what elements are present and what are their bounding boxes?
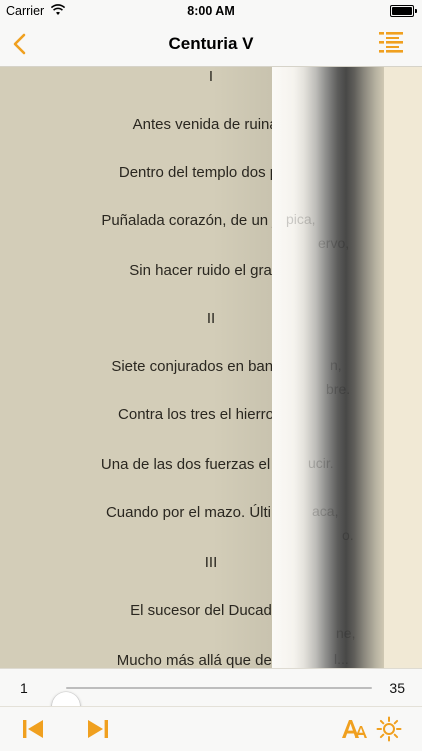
next-page xyxy=(384,67,422,668)
curl-fragment: bre. xyxy=(326,381,351,397)
curl-fragment: o. xyxy=(342,527,354,543)
page-curl[interactable]: pica, ervo, n, bre. ucir. aca, o. ne, l... xyxy=(272,67,384,668)
bottom-toolbar xyxy=(0,706,422,751)
fold-shadow xyxy=(212,67,272,668)
curl-fragment: l... xyxy=(334,651,349,667)
slider-min-label: 1 xyxy=(20,680,28,696)
reading-page[interactable]: IAntes venida de ruina cDentro del templ… xyxy=(0,67,272,668)
curl-fragment: ne, xyxy=(336,625,356,641)
clock: 8:00 AM xyxy=(187,4,235,18)
page-slider-bar: 1 35 xyxy=(0,668,422,720)
curl-fragment: pica, xyxy=(286,211,316,227)
status-bar: Carrier 8:00 AM xyxy=(0,0,422,22)
page-title: Centuria V xyxy=(168,34,254,53)
curl-fragment: n, xyxy=(330,357,342,373)
navigation-bar: Centuria V xyxy=(0,22,422,67)
curl-fragment: aca, xyxy=(312,503,339,519)
curl-fragment: ucir. xyxy=(308,455,334,471)
page-slider-track[interactable] xyxy=(52,687,372,720)
skip-back-icon[interactable] xyxy=(20,716,46,742)
battery-icon xyxy=(390,5,417,17)
skip-forward-icon[interactable] xyxy=(85,716,111,742)
curl-fragment: ervo, xyxy=(318,235,350,251)
brightness-icon[interactable] xyxy=(376,716,402,742)
font-size-icon[interactable] xyxy=(340,716,368,742)
slider-max-label: 35 xyxy=(389,680,405,696)
list-icon[interactable] xyxy=(378,30,404,56)
